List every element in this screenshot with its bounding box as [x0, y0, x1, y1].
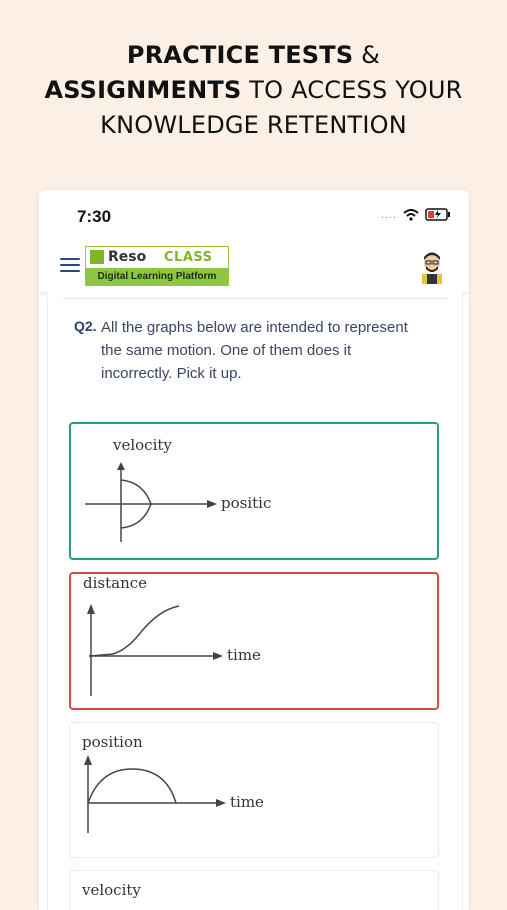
graph-position-time: position time: [82, 733, 264, 833]
graph-x-label: time: [227, 646, 261, 664]
graph-y-label: position: [82, 733, 143, 751]
phone-screen: 7:30 .... Reso CLASS Digital Learning Pl…: [39, 190, 469, 910]
graph-y-label: velocity: [112, 436, 172, 454]
headline-rest-2: TO ACCESS YOUR: [241, 76, 463, 104]
promo-headline: PRACTICE TESTS & ASSIGNMENTS TO ACCESS Y…: [0, 38, 507, 143]
graph-velocity: velocity: [81, 881, 141, 899]
app-bar: Reso CLASS Digital Learning Platform: [39, 240, 469, 293]
option-b[interactable]: distance time: [69, 572, 439, 710]
graph-y-label: distance: [83, 574, 147, 592]
graph-distance-time: distance time: [83, 574, 261, 696]
question-card: Q2. All the graphs below are intended to…: [47, 292, 463, 910]
graph-x-label: time: [230, 793, 264, 811]
wifi-icon: [403, 208, 419, 221]
headline-line-3: KNOWLEDGE RETENTION: [100, 111, 407, 139]
option-c[interactable]: position time: [69, 722, 439, 858]
logo-class: CLASS: [164, 250, 213, 265]
graph-y-label: velocity: [81, 881, 141, 899]
option-d[interactable]: velocity: [69, 870, 439, 910]
hamburger-menu-icon[interactable]: [60, 258, 80, 274]
graph-velocity-position: velocity positic: [85, 436, 271, 542]
status-icons: ....: [381, 208, 451, 221]
graph-x-label: positic: [221, 494, 271, 512]
battery-charging-icon: [425, 208, 450, 221]
headline-rest-1: &: [353, 41, 381, 69]
question-text: All the graphs below are intended to rep…: [101, 319, 408, 382]
status-time: 7:30: [77, 207, 112, 226]
headline-bold-1: PRACTICE TESTS: [126, 41, 354, 69]
status-bar: 7:30 ....: [39, 190, 469, 240]
user-avatar-icon[interactable]: [415, 248, 449, 284]
signal-dots: ....: [380, 208, 397, 221]
logo-subtitle: Digital Learning Platform: [86, 268, 228, 285]
headline-bold-2: ASSIGNMENTS: [44, 76, 242, 104]
option-a[interactable]: velocity positic: [69, 422, 439, 560]
question-number: Q2.: [74, 318, 97, 334]
logo-word: Reso: [108, 249, 147, 265]
logo-mark-icon: [90, 250, 104, 264]
resoclass-logo[interactable]: Reso CLASS Digital Learning Platform: [85, 246, 229, 286]
divider: [62, 292, 448, 299]
